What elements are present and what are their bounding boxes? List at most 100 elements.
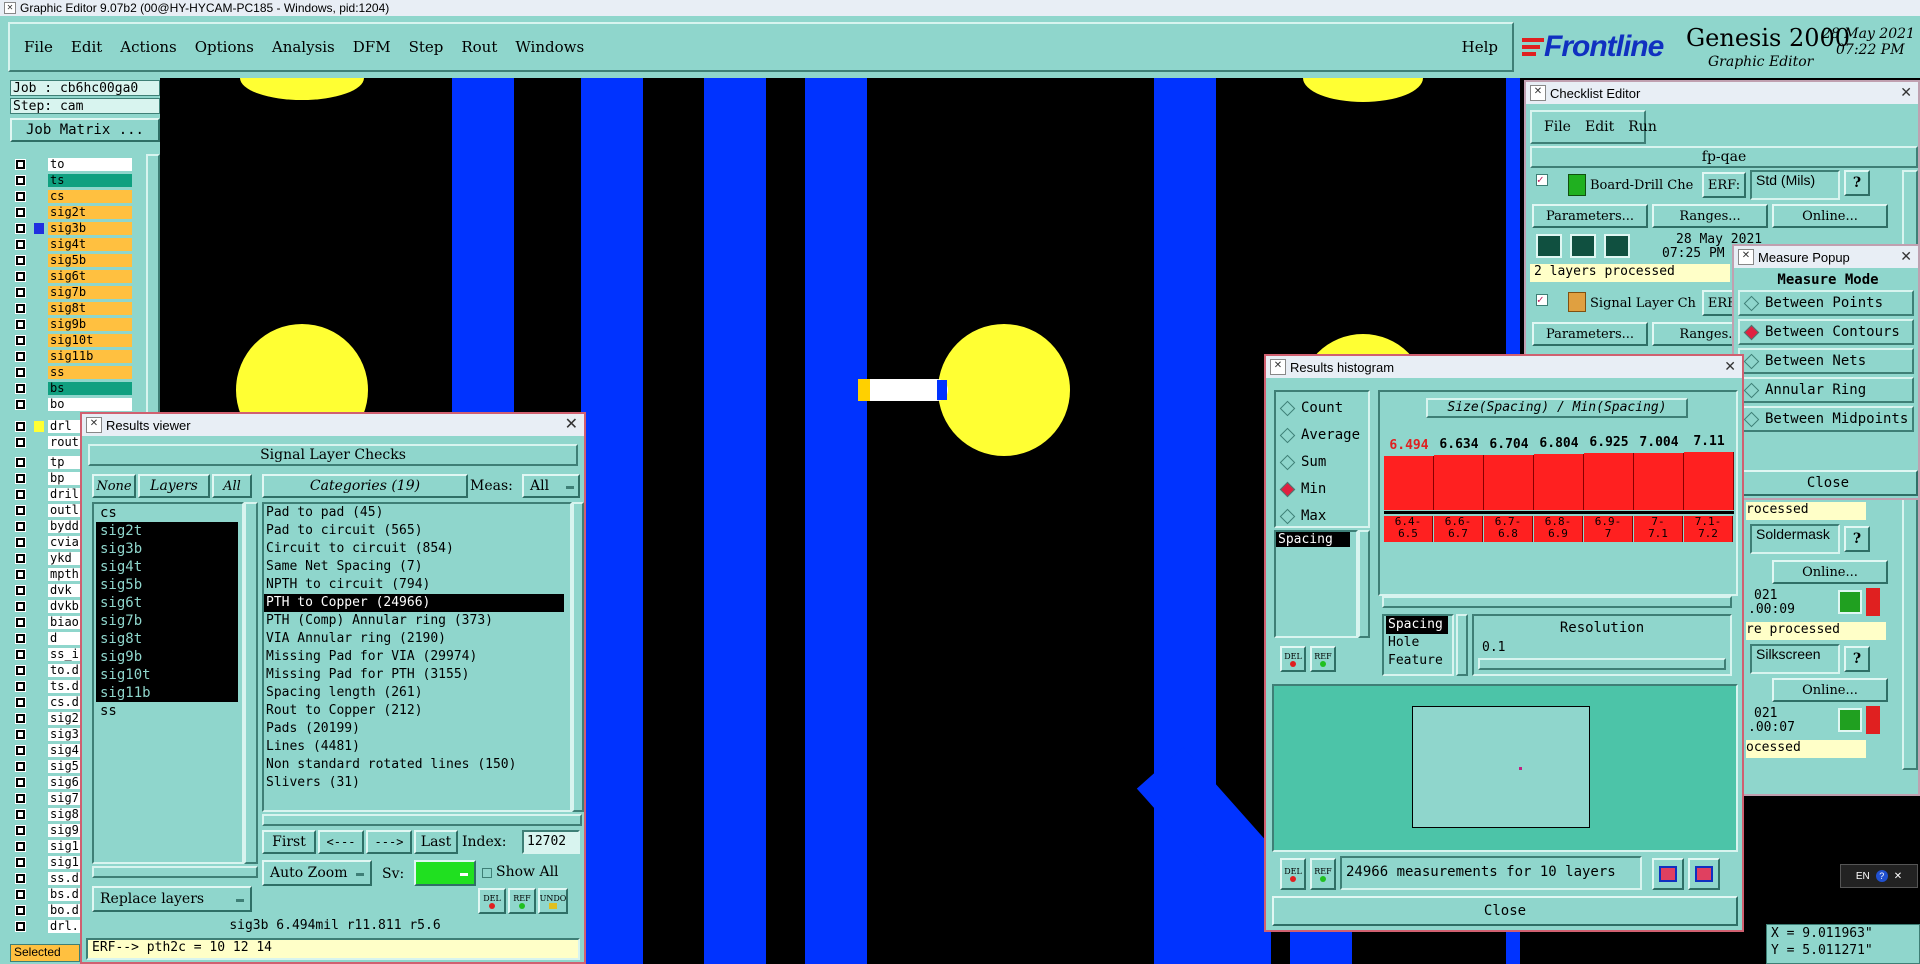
misc-layer[interactable]: sig6 bbox=[48, 776, 82, 789]
misc-layer[interactable]: mpth bbox=[48, 568, 82, 581]
hist-del-button-2[interactable]: DEL bbox=[1280, 858, 1306, 890]
ref-button[interactable]: REF bbox=[508, 888, 536, 914]
stat-option[interactable]: Average bbox=[1279, 425, 1360, 445]
run-icon[interactable] bbox=[1604, 234, 1630, 258]
measure-mode-option[interactable]: Annular Ring bbox=[1738, 377, 1914, 403]
misc-layer[interactable]: to.d bbox=[48, 664, 82, 677]
rv-layer-item[interactable]: sig2t bbox=[96, 522, 238, 540]
category-item[interactable]: PTH to Copper (24966) bbox=[264, 594, 564, 612]
rv-layer-item[interactable]: cs bbox=[96, 504, 238, 522]
categories-list-scrollbar[interactable] bbox=[572, 502, 584, 812]
layer-sig9b[interactable]: sig9b bbox=[48, 318, 132, 331]
field-feature[interactable]: Feature bbox=[1386, 652, 1452, 670]
layer-list-scrollbar[interactable] bbox=[146, 154, 160, 416]
layer-sig6t[interactable]: sig6t bbox=[48, 270, 132, 283]
layer-sig7b[interactable]: sig7b bbox=[48, 286, 132, 299]
layer-toggle[interactable] bbox=[15, 697, 26, 708]
layer-toggle[interactable] bbox=[15, 473, 26, 484]
histogram-bar[interactable] bbox=[1484, 454, 1534, 510]
layer-toggle[interactable] bbox=[15, 713, 26, 724]
check2-parameters-button[interactable]: Parameters... bbox=[1532, 322, 1648, 346]
check2-name[interactable]: Signal Layer Ch bbox=[1590, 296, 1700, 311]
menu-rout[interactable]: Rout bbox=[461, 38, 497, 56]
check3-erf-value[interactable]: Soldermask bbox=[1750, 524, 1840, 554]
check1-online-button[interactable]: Online... bbox=[1772, 204, 1888, 228]
menu-options[interactable]: Options bbox=[195, 38, 254, 56]
rv-layer-item[interactable]: sig5b bbox=[96, 576, 238, 594]
undo-button[interactable]: UNDO bbox=[538, 888, 568, 914]
misc-layer[interactable]: sig1 bbox=[48, 856, 82, 869]
check1-checkbox-icon[interactable]: ✓ bbox=[1536, 174, 1548, 186]
rv-layer-item[interactable]: sig6t bbox=[96, 594, 238, 612]
all-button[interactable]: All bbox=[212, 474, 252, 498]
zoom-fit-icon[interactable] bbox=[1688, 858, 1720, 890]
layer-toggle[interactable] bbox=[15, 841, 26, 852]
check1-erf-value[interactable]: Std (Mils) bbox=[1750, 170, 1840, 200]
language-indicator[interactable]: EN bbox=[1856, 871, 1870, 882]
checklist-menu-edit[interactable]: Edit bbox=[1585, 119, 1614, 135]
meas-dropdown[interactable]: All bbox=[522, 474, 580, 498]
stat-option[interactable]: Min bbox=[1279, 479, 1326, 499]
histogram-bar[interactable] bbox=[1684, 452, 1734, 510]
menu-windows[interactable]: Windows bbox=[515, 38, 584, 56]
category-item[interactable]: Missing Pad for VIA (29974) bbox=[264, 648, 564, 666]
check1-erf-button[interactable]: ERF: bbox=[1702, 172, 1746, 198]
close-icon[interactable]: ✕ bbox=[1900, 248, 1912, 265]
hist-del-button[interactable]: DEL bbox=[1280, 646, 1306, 672]
misc-layer[interactable]: sig1 bbox=[48, 840, 82, 853]
warning-icon[interactable] bbox=[1866, 706, 1880, 734]
layer-toggle[interactable] bbox=[15, 351, 26, 362]
layer-toggle[interactable] bbox=[15, 287, 26, 298]
layer-toggle[interactable] bbox=[15, 367, 26, 378]
rv-layer-item[interactable]: sig11b bbox=[96, 684, 238, 702]
layer-toggle[interactable] bbox=[15, 553, 26, 564]
layer-toggle[interactable] bbox=[15, 421, 26, 432]
menu-dfm[interactable]: DFM bbox=[353, 38, 391, 56]
show-all-checkbox[interactable] bbox=[482, 868, 492, 878]
measure-close-button[interactable]: Close bbox=[1738, 470, 1918, 496]
menu-file[interactable]: File bbox=[24, 38, 53, 56]
measure-mode-option[interactable]: Between Nets bbox=[1738, 348, 1914, 374]
index-field[interactable]: 12702 bbox=[522, 830, 580, 854]
misc-layer[interactable]: sig4 bbox=[48, 744, 82, 757]
layer-toggle[interactable] bbox=[15, 569, 26, 580]
layer-toggle[interactable] bbox=[15, 175, 26, 186]
layer-ts[interactable]: ts bbox=[48, 174, 132, 187]
layer-toggle[interactable] bbox=[15, 617, 26, 628]
layer-toggle[interactable] bbox=[15, 825, 26, 836]
check1-help-button[interactable]: ? bbox=[1844, 170, 1870, 196]
layer-sig3b[interactable]: sig3b bbox=[48, 222, 132, 235]
misc-layer[interactable]: dvkb bbox=[48, 600, 82, 613]
rv-layer-item[interactable]: sig4t bbox=[96, 558, 238, 576]
layer-toggle[interactable] bbox=[15, 889, 26, 900]
preview-thumbnail[interactable] bbox=[1412, 706, 1590, 828]
field-list[interactable]: Spacing Hole Feature bbox=[1382, 614, 1454, 676]
misc-layer[interactable]: ykd bbox=[48, 552, 82, 565]
misc-layer[interactable]: ss_i bbox=[48, 648, 82, 661]
layer-toggle[interactable] bbox=[15, 601, 26, 612]
layer-toggle[interactable] bbox=[15, 761, 26, 772]
rv-layer-item[interactable]: sig9b bbox=[96, 648, 238, 666]
rv-layer-item[interactable]: ss bbox=[96, 702, 238, 720]
measure-mode-option[interactable]: Between Midpoints bbox=[1738, 406, 1914, 432]
last-button[interactable]: Last bbox=[414, 830, 458, 854]
misc-layer[interactable]: dril bbox=[48, 488, 82, 501]
misc-layer[interactable]: bp bbox=[48, 472, 82, 485]
category-item[interactable]: Same Net Spacing (7) bbox=[264, 558, 564, 576]
hist-ref-button-2[interactable]: REF bbox=[1310, 858, 1336, 890]
misc-layer[interactable]: bs.d bbox=[48, 888, 82, 901]
layer-sig10t[interactable]: sig10t bbox=[48, 334, 132, 347]
rv-layer-item[interactable]: sig3b bbox=[96, 540, 238, 558]
spacing-list-scrollbar[interactable] bbox=[1358, 530, 1370, 638]
histogram-bar[interactable] bbox=[1534, 454, 1584, 510]
layer-toggle[interactable] bbox=[15, 239, 26, 250]
run-icon[interactable] bbox=[1536, 234, 1562, 258]
misc-layer[interactable]: outl bbox=[48, 504, 82, 517]
layer-toggle[interactable] bbox=[15, 809, 26, 820]
layer-toggle[interactable] bbox=[15, 457, 26, 468]
layer-toggle[interactable] bbox=[15, 399, 26, 410]
layers-list[interactable]: cs sig2t sig3b sig4t sig5b sig6t sig7b sig8t sig… bbox=[92, 502, 244, 864]
first-button[interactable]: First bbox=[262, 830, 316, 854]
close-icon[interactable]: ✕ bbox=[565, 414, 578, 434]
ime-toolbar[interactable]: EN ? ✕ bbox=[1840, 864, 1918, 888]
